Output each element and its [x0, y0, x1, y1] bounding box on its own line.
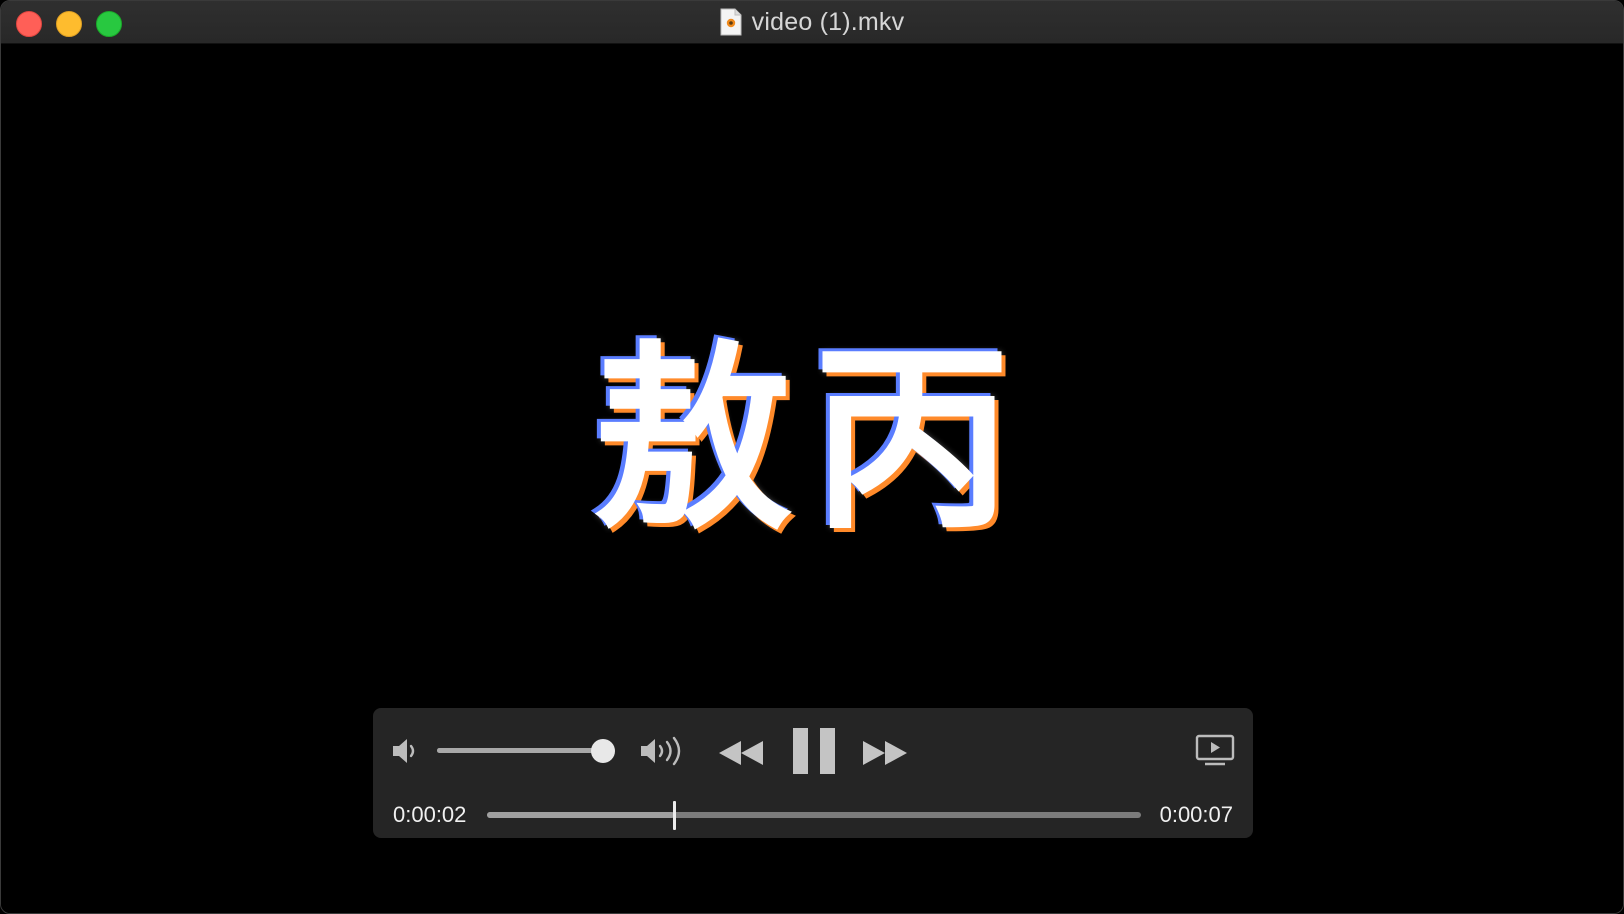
title-bar[interactable]: video (1).mkv	[1, 1, 1623, 44]
airplay-icon[interactable]	[1195, 734, 1235, 766]
window-title-group: video (1).mkv	[1, 1, 1623, 43]
total-time: 0:00:07	[1159, 802, 1233, 827]
volume-fill	[437, 748, 603, 753]
current-time: 0:00:02	[393, 802, 467, 827]
timeline-scrubber[interactable]	[487, 801, 1141, 830]
video-surface[interactable]: 敖丙 0:00:02 0:00:07	[1, 44, 1623, 913]
pause-icon[interactable]	[793, 728, 835, 774]
volume-slider[interactable]	[437, 739, 615, 763]
volume-knob[interactable]	[590, 739, 615, 763]
playback-controls: 0:00:02 0:00:07	[373, 708, 1253, 838]
speaker-high-icon[interactable]	[639, 735, 685, 767]
player-window: video (1).mkv 敖丙 0:00:02 0:00:07	[0, 0, 1624, 914]
timeline-played	[487, 812, 674, 818]
speaker-low-icon[interactable]	[391, 736, 419, 766]
rewind-icon[interactable]	[717, 738, 765, 768]
fast-forward-icon[interactable]	[861, 738, 909, 768]
window-title: video (1).mkv	[751, 7, 905, 36]
playhead[interactable]	[672, 801, 676, 830]
document-icon	[720, 8, 742, 36]
video-frame-text: 敖丙	[591, 324, 1032, 557]
